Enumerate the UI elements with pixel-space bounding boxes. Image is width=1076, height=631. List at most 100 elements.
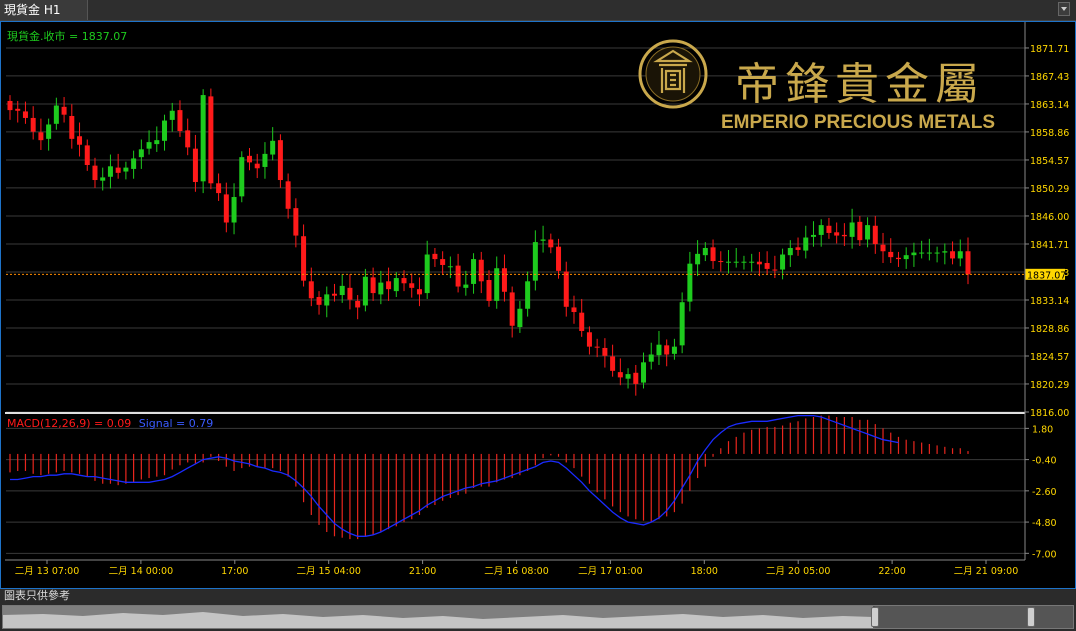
candle-body	[15, 108, 21, 111]
candle-body	[254, 163, 260, 169]
navigator-right-handle[interactable]	[1027, 607, 1035, 627]
candle-body	[509, 292, 515, 326]
candle-body	[556, 246, 562, 271]
candle-body	[795, 247, 801, 250]
candle-body	[38, 132, 44, 141]
chart-canvas[interactable]: 帝鋒貴金屬 EMPERIO PRECIOUS METALS 1871.71 186…	[0, 21, 1076, 589]
candle-body	[633, 372, 639, 384]
time-tick-label: 17:00	[221, 566, 248, 577]
candle-body	[146, 142, 152, 149]
candle-body	[733, 261, 739, 263]
candle-body	[749, 261, 755, 263]
candle-body	[841, 234, 847, 237]
price-tick-label: 1858.86	[1030, 128, 1069, 139]
candle-body	[911, 252, 917, 256]
navigator-left-handle[interactable]	[871, 607, 879, 627]
candle-body	[347, 287, 353, 300]
brand-logo: 帝鋒貴金屬 EMPERIO PRECIOUS METALS	[638, 39, 995, 133]
candle-body	[92, 165, 98, 181]
candle-body	[532, 242, 538, 281]
candle-body	[818, 225, 824, 235]
candle-body	[602, 347, 608, 356]
time-tick-label: 18:00	[691, 566, 718, 577]
candle-body	[30, 117, 36, 132]
price-tick-label: 1833.14	[1030, 296, 1069, 307]
candle-body	[826, 225, 832, 233]
candle-body	[965, 251, 971, 275]
signal-line	[10, 414, 899, 537]
candle-body	[185, 130, 191, 148]
time-tick-label: 二月 21 09:00	[954, 566, 1019, 577]
candle-body	[61, 106, 67, 115]
candle-body	[849, 222, 855, 237]
candle-body	[957, 251, 963, 259]
candle-body	[718, 261, 724, 263]
candle-body	[131, 158, 137, 169]
candle-body	[200, 95, 206, 182]
price-tick-label: 1828.86	[1030, 324, 1069, 335]
candle-body	[803, 237, 809, 251]
macd-tick-label: -2.60	[1032, 487, 1057, 498]
candle-body	[810, 234, 816, 237]
candle-body	[710, 247, 716, 262]
price-tick-label: 1846.00	[1030, 212, 1069, 223]
macd-caption-value: MACD(12,26,9) = 0.09	[7, 417, 131, 430]
candle-body	[169, 110, 175, 120]
candle-body	[285, 181, 291, 209]
candle-body	[895, 257, 901, 260]
candle-body	[664, 345, 670, 355]
disclaimer-text: 圖表只供參考	[4, 589, 70, 602]
candle-body	[192, 148, 198, 182]
candle-body	[370, 277, 376, 294]
macd-tick-label: -0.40	[1032, 456, 1057, 467]
macd-tick-label: -4.80	[1032, 518, 1057, 529]
navigator-preview	[3, 606, 875, 628]
brand-english-name: EMPERIO PRECIOUS METALS	[721, 112, 995, 133]
chart-navigator[interactable]	[2, 605, 1074, 629]
candle-body	[84, 145, 90, 165]
candle-body	[540, 239, 546, 241]
candle-body	[919, 252, 925, 254]
candle-body	[679, 302, 685, 346]
time-tick-label: 二月 15 04:00	[296, 566, 361, 577]
chevron-down-icon[interactable]	[1058, 2, 1070, 16]
candle-body	[208, 96, 214, 184]
candle-body	[262, 153, 268, 167]
candlestick-series	[7, 88, 971, 396]
candle-body	[641, 362, 647, 383]
candle-body	[787, 247, 793, 256]
tab-chart-symbol[interactable]: 現貨金 H1	[0, 0, 88, 20]
candle-body	[903, 255, 909, 260]
price-tick-label: 1816.00	[1030, 408, 1069, 419]
candle-body	[316, 296, 322, 305]
candle-body	[687, 263, 693, 302]
candle-body	[478, 259, 484, 282]
candle-body	[563, 271, 569, 307]
candle-body	[432, 253, 438, 260]
price-tick-label: 1841.71	[1030, 240, 1069, 251]
candle-body	[950, 251, 956, 259]
candle-body	[216, 183, 222, 194]
candle-body	[586, 332, 592, 347]
price-tick-label: 1850.29	[1030, 184, 1069, 195]
price-tick-label: 1824.57	[1030, 352, 1069, 363]
candle-body	[293, 208, 299, 236]
brand-chinese-name: 帝鋒貴金屬	[735, 59, 985, 110]
candle-body	[393, 278, 399, 292]
candle-body	[239, 157, 245, 197]
price-tick-label: 1820.29	[1030, 380, 1069, 391]
candle-body	[22, 111, 28, 118]
candle-body	[741, 261, 747, 263]
candle-body	[46, 124, 52, 139]
candle-body	[247, 155, 252, 163]
price-caption: 現貨金.收市 = 1837.07	[7, 29, 127, 43]
candle-body	[625, 374, 631, 379]
candle-body	[162, 120, 168, 141]
macd-histogram	[9, 415, 969, 540]
candle-body	[872, 225, 878, 245]
macd-axis: 1.80 -0.40 -2.60 -4.80 -7.00	[1025, 424, 1057, 560]
candle-body	[331, 293, 337, 296]
candle-body	[880, 244, 886, 252]
price-tick-label: 1867.43	[1030, 72, 1069, 83]
candle-body	[416, 289, 422, 295]
